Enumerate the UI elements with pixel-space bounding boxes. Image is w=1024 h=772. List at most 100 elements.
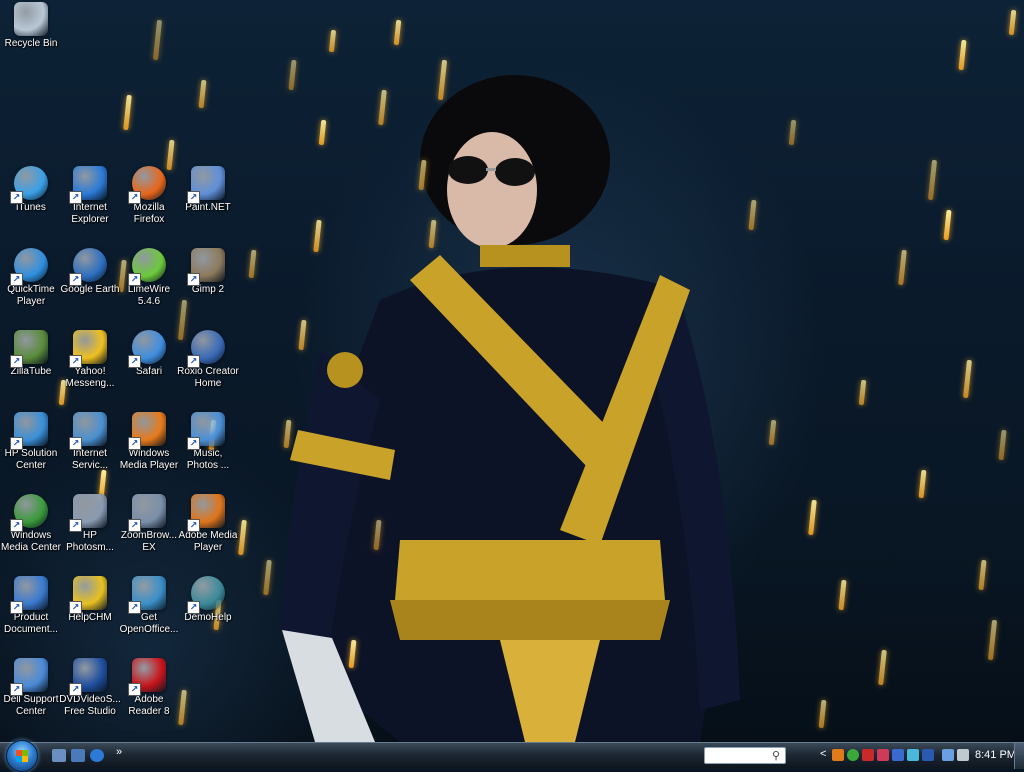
tray-expand-chevron-icon[interactable]: <: [820, 748, 826, 760]
desktop-icon-label: ZoomBrow... EX: [120, 530, 178, 553]
desktop-icon-adobe-reader[interactable]: ↗ Adobe Reader 8: [118, 658, 180, 718]
desktop-icon-label: Get OpenOffice...: [119, 612, 179, 635]
desktop-icon-hp-solution-center[interactable]: ↗ HP Solution Center: [0, 412, 62, 472]
desktop-icon-zoombrowser[interactable]: ↗ ZoomBrow... EX: [118, 494, 180, 554]
wallpaper-spark: [918, 469, 927, 499]
firefox-icon: ↗: [128, 166, 166, 204]
yahoo-messenger-icon: ↗: [69, 330, 107, 368]
show-desktop-quicklaunch-icon[interactable]: [52, 749, 66, 762]
demohelp-icon: ↗: [187, 576, 225, 614]
wallpaper-spark: [1008, 9, 1017, 36]
show-desktop-button[interactable]: [1014, 743, 1024, 769]
tray-app-icon-1[interactable]: [832, 749, 844, 761]
desktop-icon-label: Adobe Reader 8: [128, 694, 170, 717]
shortcut-arrow-icon: ↗: [69, 519, 82, 532]
desktop-icon-safari[interactable]: ↗ Safari: [118, 330, 180, 378]
switch-windows-quicklaunch-icon[interactable]: [71, 749, 85, 762]
internet-services-icon: ↗: [69, 412, 107, 450]
shortcut-arrow-icon: ↗: [187, 273, 200, 286]
desktop-icon-paint-net[interactable]: ↗ Paint.NET: [177, 166, 239, 214]
taskbar: » ⚲ < 8:41 PM: [0, 740, 1024, 772]
desktop-icon-label: Windows Media Center: [0, 530, 62, 553]
desktop-icon-openoffice[interactable]: ↗ Get OpenOffice...: [118, 576, 180, 636]
desktop-icon-dell-support[interactable]: ↗ Dell Support Center: [0, 658, 62, 718]
shortcut-arrow-icon: ↗: [128, 519, 141, 532]
desktop-icon-internet-explorer[interactable]: ↗ Internet Explorer: [59, 166, 121, 226]
shortcut-arrow-icon: ↗: [187, 355, 200, 368]
desktop-icon-yahoo-messenger[interactable]: ↗ Yahoo! Messeng...: [59, 330, 121, 390]
wallpaper-spark: [858, 379, 867, 406]
desktop-icon-label: Gimp 2: [191, 284, 225, 295]
shortcut-arrow-icon: ↗: [187, 191, 200, 204]
volume-icon[interactable]: [957, 749, 969, 761]
shortcut-arrow-icon: ↗: [69, 683, 82, 696]
desktop-icon-firefox[interactable]: ↗ Mozilla Firefox: [118, 166, 180, 226]
internet-explorer-quicklaunch-icon[interactable]: [90, 749, 104, 762]
desktop-icon-recycle-bin[interactable]: Recycle Bin: [0, 2, 62, 50]
wallpaper-spark: [958, 39, 967, 71]
wallpaper-spark: [123, 94, 132, 131]
desktop-icon-quicktime[interactable]: ↗ QuickTime Player: [0, 248, 62, 308]
taskbar-clock[interactable]: 8:41 PM: [975, 749, 1016, 761]
dvdvideosoft-icon: ↗: [69, 658, 107, 696]
tray-app-icon-3[interactable]: [862, 749, 874, 761]
desktop-icon-google-earth[interactable]: ↗ Google Earth: [59, 248, 121, 296]
quick-launch-overflow-chevron[interactable]: »: [116, 746, 122, 758]
desktop-icon-label: Safari: [135, 366, 163, 377]
desktop-icon-internet-services[interactable]: ↗ Internet Servic...: [59, 412, 121, 472]
desktop-icon-dvdvideosoft[interactable]: ↗ DVDVideoS... Free Studio: [59, 658, 121, 718]
desktop-icon-adobe-media-player[interactable]: ↗ Adobe Media Player: [177, 494, 239, 554]
desktop-icon-label: Windows Media Player: [119, 448, 179, 471]
wallpaper-spark: [768, 419, 777, 446]
desktop-icon-label: iTunes: [16, 202, 46, 213]
shortcut-arrow-icon: ↗: [69, 601, 82, 614]
desktop-icon-label: Recycle Bin: [4, 38, 58, 49]
shortcut-arrow-icon: ↗: [128, 355, 141, 368]
paint-net-icon: ↗: [187, 166, 225, 204]
desktop-icon-hp-photosmart[interactable]: ↗ HP Photosm...: [59, 494, 121, 554]
desktop-icon-label: Roxio Creator Home: [177, 366, 239, 389]
desktop-icon-music-photos[interactable]: ↗ Music, Photos ...: [177, 412, 239, 472]
windows-logo-icon: [16, 750, 28, 762]
tray-app-icon-4[interactable]: [877, 749, 889, 761]
shortcut-arrow-icon: ↗: [128, 437, 141, 450]
shortcut-arrow-icon: ↗: [128, 683, 141, 696]
openoffice-icon: ↗: [128, 576, 166, 614]
safari-icon: ↗: [128, 330, 166, 368]
tray-app-icon-5[interactable]: [892, 749, 904, 761]
quicktime-icon: ↗: [10, 248, 48, 286]
start-button[interactable]: [6, 740, 38, 772]
desktop-icon-label: Google Earth: [60, 284, 120, 295]
desktop-icon-roxio[interactable]: ↗ Roxio Creator Home: [177, 330, 239, 390]
zillatube-icon: ↗: [10, 330, 48, 368]
desktop-icon-zillatube[interactable]: ↗ ZillaTube: [0, 330, 62, 378]
shortcut-arrow-icon: ↗: [69, 273, 82, 286]
tray-app-icon-2[interactable]: [847, 749, 859, 761]
tray-app-icon-7[interactable]: [922, 749, 934, 761]
network-icon[interactable]: [942, 749, 954, 761]
dell-support-icon: ↗: [10, 658, 48, 696]
itunes-icon: ↗: [10, 166, 48, 204]
desktop-icon-limewire[interactable]: ↗ LimeWire 5.4.6: [118, 248, 180, 308]
shortcut-arrow-icon: ↗: [10, 601, 23, 614]
wallpaper-spark: [978, 559, 987, 591]
desktop-icon-itunes[interactable]: ↗ iTunes: [0, 166, 62, 214]
desktop-icon-windows-media-player[interactable]: ↗ Windows Media Player: [118, 412, 180, 472]
desktop-icon-label: Internet Servic...: [71, 448, 109, 471]
wallpaper-spark: [152, 19, 163, 61]
wallpaper-spark: [198, 79, 207, 109]
tray-app-icon-6[interactable]: [907, 749, 919, 761]
desktop-icon-windows-media-center[interactable]: ↗ Windows Media Center: [0, 494, 62, 554]
shortcut-arrow-icon: ↗: [10, 437, 23, 450]
shortcut-arrow-icon: ↗: [69, 437, 82, 450]
desktop-icon-product-documentation[interactable]: ↗ Product Document...: [0, 576, 62, 636]
search-icon[interactable]: ⚲: [772, 749, 780, 762]
wallpaper-spark: [927, 159, 938, 201]
desktop-icon-label: Yahoo! Messeng...: [65, 366, 115, 389]
desktop-icon-demohelp[interactable]: ↗ DemoHelp: [177, 576, 239, 624]
desktop-icon-gimp[interactable]: ↗ Gimp 2: [177, 248, 239, 296]
shortcut-arrow-icon: ↗: [69, 355, 82, 368]
zoombrowser-icon: ↗: [128, 494, 166, 532]
wallpaper-spark: [838, 579, 847, 611]
desktop-icon-helpchm[interactable]: ↗ HelpCHM: [59, 576, 121, 624]
